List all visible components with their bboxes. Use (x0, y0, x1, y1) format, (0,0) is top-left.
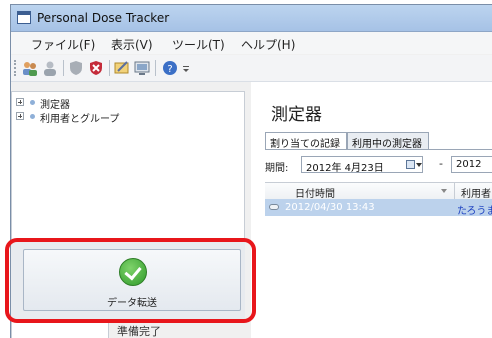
main-content: 測定器 割り当ての記録 利用中の測定器 期間: 2012年 4月23日 - 20… (251, 82, 492, 338)
menu-bar: ファイル(F) 表示(V) ツール(T) ヘルプ(H) (11, 32, 492, 54)
toolbar-separator (155, 60, 156, 76)
status-bar-panel (11, 321, 109, 338)
tab-label: 利用中の測定器 (352, 139, 422, 150)
overflow-icon[interactable] (181, 63, 191, 75)
toolbar-separator (63, 60, 64, 76)
toolbar: ? (11, 55, 492, 82)
title-bar: Personal Dose Tracker (11, 5, 492, 32)
sort-icon[interactable] (441, 189, 447, 193)
toolbar-grip[interactable] (14, 60, 18, 76)
tab-devices-in-use[interactable]: 利用中の測定器 (347, 132, 429, 150)
app-icon (17, 11, 31, 24)
date-from-picker[interactable]: 2012年 4月23日 (301, 156, 423, 174)
column-separator[interactable] (454, 183, 455, 199)
row-user-link[interactable]: たろうまる (457, 202, 492, 217)
tree-item-devices[interactable]: 測定器 (12, 96, 244, 111)
table-row[interactable]: 2012/04/30 13:43 たろうまる (265, 199, 492, 217)
highlight-frame (5, 238, 256, 323)
period-label: 期間: (265, 163, 289, 174)
menu-view[interactable]: 表示(V) (111, 36, 153, 53)
navigation-tree: 測定器 利用者とグループ (11, 91, 245, 241)
shield-icon[interactable] (67, 59, 85, 77)
tab-assignment-log[interactable]: 割り当ての記録 (265, 132, 347, 150)
device-icon (269, 204, 279, 210)
menu-help[interactable]: ヘルプ(H) (241, 36, 295, 53)
date-to-picker[interactable]: 2012 (451, 156, 492, 173)
users-icon[interactable] (21, 59, 39, 77)
edit-icon[interactable] (113, 59, 131, 77)
menu-file[interactable]: ファイル(F) (31, 36, 95, 53)
tab-label: 割り当ての記録 (270, 139, 340, 150)
tree-item-users-groups[interactable]: 利用者とグループ (12, 110, 244, 125)
expand-icon[interactable] (16, 98, 24, 106)
help-icon[interactable]: ? (161, 59, 179, 77)
shield-x-icon[interactable] (87, 59, 105, 77)
user-icon[interactable] (41, 59, 59, 77)
menu-tools[interactable]: ツール(T) (172, 36, 225, 53)
tree-item-label: 利用者とグループ (40, 114, 120, 125)
date-range-separator: - (439, 157, 443, 170)
svg-text:?: ? (167, 64, 172, 75)
date-to-value: 2012 (456, 159, 482, 170)
node-icon (30, 114, 35, 119)
column-header-datetime[interactable]: 日付時間 (295, 185, 335, 200)
row-datetime: 2012/04/30 13:43 (285, 202, 375, 213)
node-icon (30, 100, 35, 105)
status-text: 準備完了 (117, 325, 161, 338)
grid-header: 日付時間 利用者 (265, 182, 492, 200)
window-title: Personal Dose Tracker (37, 11, 170, 25)
date-from-value: 2012年 4月23日 (306, 163, 384, 174)
monitor-icon[interactable] (133, 59, 151, 77)
tab-divider (265, 149, 492, 150)
column-header-user[interactable]: 利用者 (461, 185, 491, 200)
toolbar-separator (109, 60, 110, 76)
tree-item-label: 測定器 (40, 100, 70, 111)
expand-icon[interactable] (16, 112, 24, 120)
page-title: 測定器 (271, 105, 322, 125)
chevron-down-icon[interactable] (416, 163, 422, 167)
calendar-icon[interactable] (406, 160, 415, 169)
